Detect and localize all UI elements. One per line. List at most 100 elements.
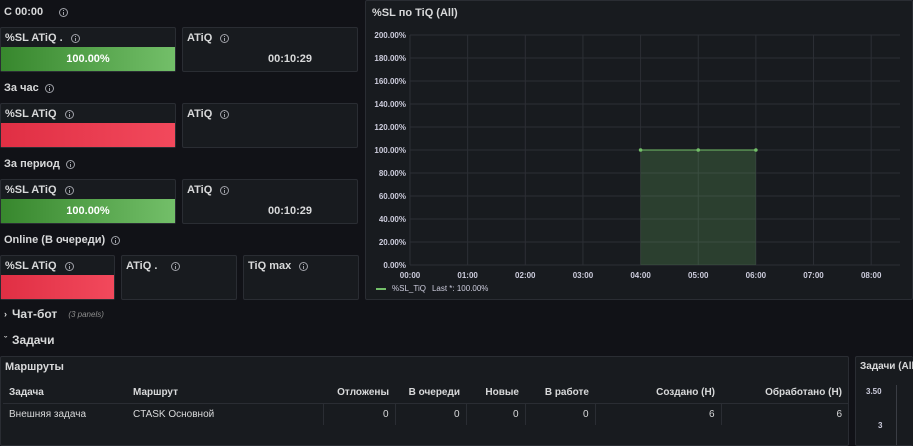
panel-title: %SL ATiQ <box>5 184 74 196</box>
panel-sl-atiq-2[interactable]: %SL ATiQ <box>0 103 176 148</box>
y-axis-line <box>896 385 897 445</box>
table-header-row: Задача Маршрут Отложены В очереди Новые … <box>3 383 848 403</box>
panel-title: %SL ATiQ <box>5 260 74 272</box>
panel-title-text: ATiQ <box>187 184 213 196</box>
panel-tasks-all[interactable]: Задачи (All 3.50 3 <box>855 356 913 446</box>
column-header[interactable]: Обработано (Н) <box>721 383 848 403</box>
panel-atiq-4[interactable]: ATiQ . <box>121 255 237 300</box>
row-title-text: За период <box>4 158 60 170</box>
section-title: Чат-бот <box>12 307 58 321</box>
x-tick-label: 06:00 <box>746 271 767 280</box>
table-cell: 0 <box>394 403 466 425</box>
stat-value-bar <box>1 275 114 299</box>
panel-title-text: ATiQ <box>187 108 213 120</box>
panel-title: TiQ max <box>248 260 309 272</box>
panel-sl-atiq-1[interactable]: %SL ATiQ . 100.00% <box>0 27 176 72</box>
table-row[interactable]: Внешняя задача CTASK Основной 0 0 0 0 6 … <box>3 403 848 425</box>
panel-sl-tiq-chart[interactable]: %SL по TiQ (All) 0.00% 20.00% 40.00% 60.00%… <box>365 0 913 300</box>
row-title-since-midnight: С 00:00 <box>4 6 69 18</box>
y-tick-label: 140.00% <box>374 100 406 109</box>
legend-series-name: %SL_TiQ <box>392 284 426 293</box>
panel-title-text: TiQ max <box>248 260 292 272</box>
panel-atiq-3[interactable]: ATiQ 00:10:29 <box>182 179 358 224</box>
table-cell: 6 <box>594 403 721 425</box>
column-header[interactable]: Новые <box>466 383 525 403</box>
y-tick-label: 100.00% <box>374 146 406 155</box>
info-icon[interactable] <box>64 261 74 271</box>
chevron-right-icon: › <box>4 309 7 319</box>
panel-title-text: ATiQ . <box>126 260 158 272</box>
data-point <box>696 148 701 152</box>
column-header[interactable]: Создано (Н) <box>595 383 721 403</box>
y-tick-label: 120.00% <box>374 123 406 132</box>
table-cell: 6 <box>720 403 848 425</box>
row-title-per-hour: За час <box>4 82 54 94</box>
info-icon[interactable] <box>171 261 181 271</box>
panel-title-text: %SL ATiQ <box>5 260 57 272</box>
x-tick-label: 01:00 <box>457 271 478 280</box>
info-icon[interactable] <box>111 235 121 245</box>
column-header[interactable]: Маршрут <box>127 383 323 403</box>
column-header[interactable]: В работе <box>525 383 595 403</box>
table-cell: CTASK Основной <box>133 408 215 420</box>
info-icon[interactable] <box>64 109 74 119</box>
info-icon[interactable] <box>299 261 309 271</box>
panel-sl-atiq-4[interactable]: %SL ATiQ <box>0 255 115 300</box>
row-title-text: Online (В очереди) <box>4 234 106 246</box>
y-tick-label: 160.00% <box>374 77 406 86</box>
y-tick-label: 80.00% <box>379 169 406 178</box>
y-tick-label: 60.00% <box>379 192 406 201</box>
stat-value-bar <box>1 123 175 147</box>
section-chatbot[interactable]: › Чат-бот (3 panels) <box>4 307 104 321</box>
info-icon[interactable] <box>44 83 54 93</box>
row-title-online: Online (В очереди) <box>4 234 121 246</box>
panel-title: ATiQ <box>187 184 230 196</box>
chart-plot[interactable]: 0.00% 20.00% 40.00% 60.00% 80.00% 100.00% 120.… <box>366 1 912 299</box>
table-cell: Внешняя задача <box>9 408 87 420</box>
table-cell: 0 <box>524 403 595 425</box>
panel-title-text: %SL ATiQ <box>5 108 57 120</box>
panel-title: %SL ATiQ . <box>5 32 80 44</box>
x-tick-label: 08:00 <box>861 271 882 280</box>
column-header[interactable]: В очереди <box>395 383 466 403</box>
chevron-down-icon: ˇ <box>4 335 7 345</box>
info-icon[interactable] <box>59 7 69 17</box>
info-icon[interactable] <box>220 185 230 195</box>
y-tick-label: 3 <box>878 421 883 430</box>
panel-routes[interactable]: Маршруты Задача Маршрут Отложены В очере… <box>0 356 849 446</box>
info-icon[interactable] <box>220 33 230 43</box>
row-title-text: За час <box>4 82 39 94</box>
y-tick-label: 180.00% <box>374 54 406 63</box>
stat-value-bar: 100.00% <box>1 199 175 223</box>
stat-value-bar: 100.00% <box>1 47 175 71</box>
x-tick-label: 03:00 <box>573 271 594 280</box>
panel-title-text: %SL ATiQ . <box>5 32 63 44</box>
data-point <box>638 148 643 152</box>
y-tick-label: 0.00% <box>383 261 406 270</box>
section-tasks[interactable]: ˇ Задачи <box>4 333 55 347</box>
chart-legend[interactable]: %SL_TiQ Last *: 100.00% <box>376 284 488 293</box>
table-cell: 0 <box>322 403 395 425</box>
panel-title-text: ATiQ <box>187 32 213 44</box>
legend-swatch <box>376 287 386 290</box>
panel-atiq-2[interactable]: ATiQ <box>182 103 358 148</box>
x-tick-label: 04:00 <box>630 271 651 280</box>
column-header[interactable]: Отложены <box>323 383 395 403</box>
panel-tiq-max[interactable]: TiQ max <box>243 255 359 300</box>
info-icon[interactable] <box>70 33 80 43</box>
table-cell: 0 <box>465 403 525 425</box>
panel-title: ATiQ . <box>126 260 181 272</box>
stat-value: 00:10:29 <box>267 205 313 217</box>
info-icon[interactable] <box>65 159 75 169</box>
data-point <box>754 148 758 152</box>
panel-atiq-1[interactable]: ATiQ 00:10:29 <box>182 27 358 72</box>
column-header[interactable]: Задача <box>3 383 127 403</box>
info-icon[interactable] <box>64 185 74 195</box>
panel-sl-atiq-3[interactable]: %SL ATiQ 100.00% <box>0 179 176 224</box>
routes-table: Задача Маршрут Отложены В очереди Новые … <box>3 383 848 425</box>
info-icon[interactable] <box>220 109 230 119</box>
section-title: Задачи <box>12 333 55 347</box>
y-tick-label: 3.50 <box>866 387 882 396</box>
panel-title: ATiQ <box>187 32 230 44</box>
x-tick-label: 05:00 <box>688 271 709 280</box>
